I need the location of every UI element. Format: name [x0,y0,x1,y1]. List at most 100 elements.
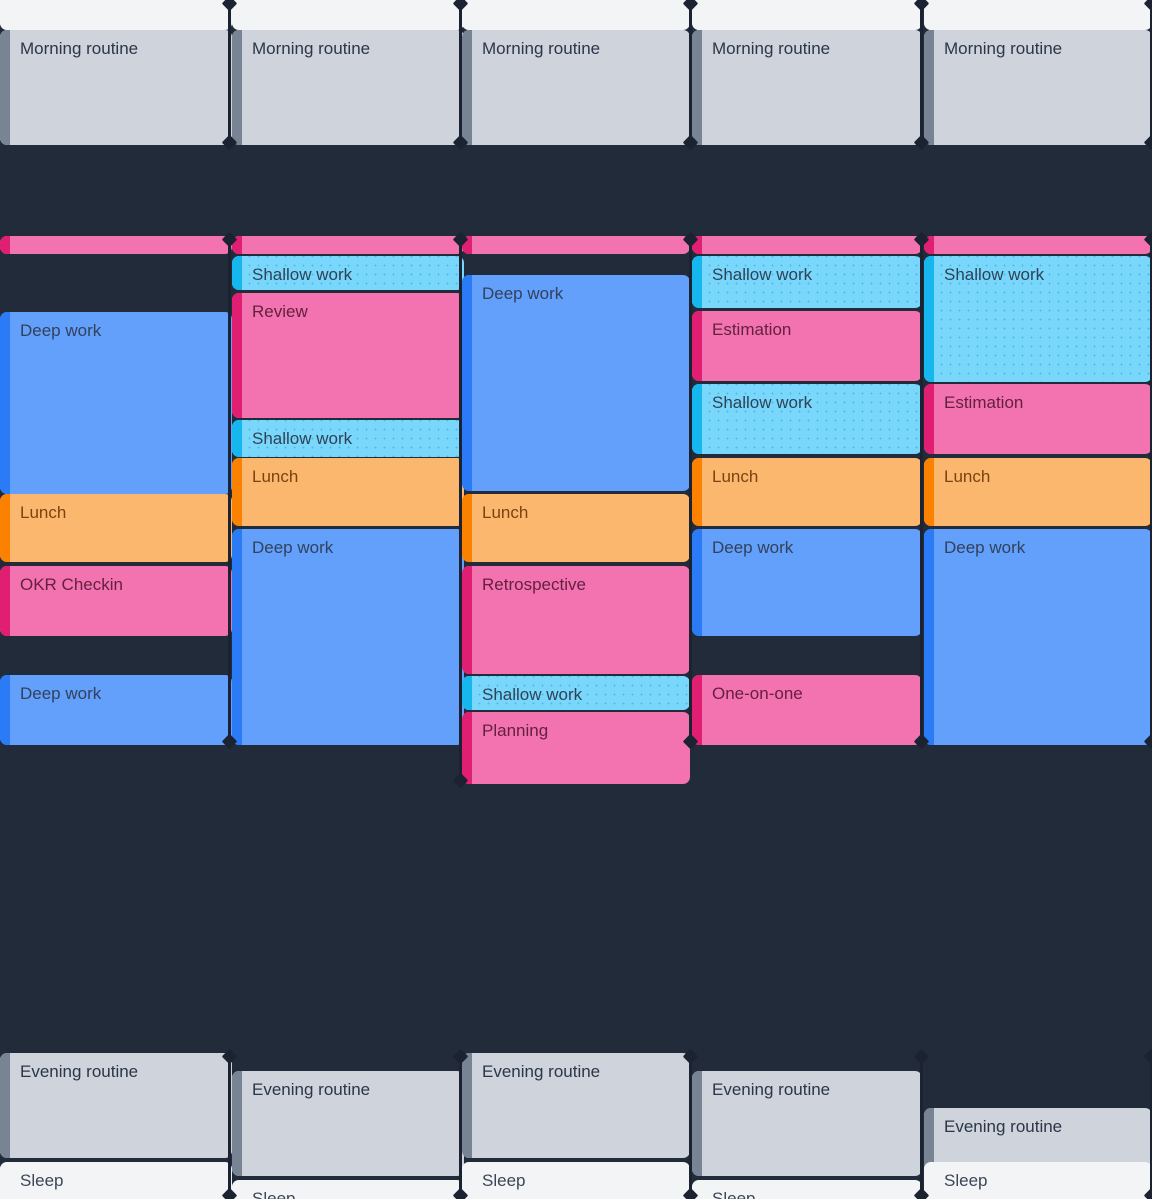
event-block[interactable]: Sleep [924,0,1152,30]
event-category-stripe [0,566,10,636]
event-category-stripe [692,30,702,145]
event-block[interactable]: Shallow work [924,256,1152,382]
event-label: OKR Checkin [20,575,123,594]
event-label: Lunch [20,503,67,522]
event-label: Sleep [252,1189,296,1199]
event-block[interactable]: Evening routine [232,1071,464,1176]
event-label: Shallow work [944,265,1045,284]
event-label: One-on-one [712,684,803,703]
event-block[interactable]: Estimation [924,384,1152,454]
event-block[interactable]: Sleep [232,0,464,30]
event-block[interactable]: Deep work [924,529,1152,745]
event-block[interactable]: Review [232,293,464,418]
event-block[interactable]: Morning routine [692,30,922,145]
event-block[interactable]: Deep work [0,312,232,494]
event-block[interactable]: Shallow work [462,676,690,710]
event-category-stripe [0,236,10,254]
event-block[interactable]: Planning [462,712,690,784]
event-block[interactable]: Shallow work [232,256,464,290]
event-block[interactable]: Sleep [692,0,922,30]
event-category-stripe [232,458,242,526]
event-category-stripe [462,566,472,674]
event-block[interactable]: Shallow work [692,256,922,308]
event-block[interactable]: Shallow work [232,420,464,457]
event-block[interactable]: One-on-one [692,675,922,745]
event-label: Morning routine [20,39,139,58]
event-block[interactable]: Sleep [924,1162,1152,1199]
event-block[interactable]: Evening routine [0,1053,232,1158]
column-resize-divider[interactable] [682,0,699,151]
event-category-stripe [0,1162,10,1199]
event-block[interactable]: Sleep [692,1180,922,1199]
event-category-stripe [0,675,10,745]
column-resize-divider[interactable] [221,0,238,151]
event-block[interactable]: Morning routine [232,30,464,145]
column-resize-divider[interactable] [452,1048,469,1199]
event-block[interactable]: Deep work [0,675,232,745]
event-block[interactable]: Morning routine [924,30,1152,145]
event-category-stripe [232,293,242,418]
event-block[interactable]: Evening routine [462,1053,690,1158]
event-label: Shallow work [712,265,813,284]
event-block[interactable]: Lunch [0,494,232,562]
event-block[interactable]: Deep work [462,275,690,491]
column-resize-divider[interactable] [221,1048,238,1199]
event-category-stripe [232,1071,242,1176]
event-block[interactable]: Lunch [692,458,922,526]
event-block[interactable]: Lunch [924,458,1152,526]
event-label: Deep work [20,684,102,703]
event-label: Shallow work [482,685,583,704]
column-resize-divider[interactable] [452,231,469,789]
event-label: Morning routine [482,39,601,58]
event-block[interactable]: Morning routine [462,30,690,145]
column-resize-divider[interactable] [913,231,930,750]
event-block[interactable]: Lunch [462,494,690,562]
column-resize-divider[interactable] [682,231,699,750]
event-category-stripe [462,676,472,710]
week-calendar-grid: Sleep Morning routine Deep work Lunch OKR Ch… [0,0,1152,1199]
event-block[interactable]: Sleep [0,1162,232,1199]
column-resize-divider[interactable] [913,0,930,151]
event-label: Lunch [252,467,299,486]
event-block[interactable] [692,236,922,254]
column-resize-divider[interactable] [452,0,469,151]
event-category-stripe [924,458,934,526]
event-block[interactable]: Retrospective [462,566,690,674]
event-block[interactable]: Sleep [232,1180,464,1199]
event-label: Estimation [944,393,1024,412]
event-category-stripe [462,30,472,145]
event-label: Sleep [944,1171,988,1190]
event-category-stripe [462,494,472,562]
event-block[interactable]: Lunch [232,458,464,526]
event-label: Evening routine [712,1080,831,1099]
column-resize-divider[interactable] [682,1048,699,1199]
event-block[interactable]: Deep work [232,529,464,745]
event-category-stripe [924,30,934,145]
event-category-stripe [232,30,242,145]
event-label: Morning routine [944,39,1063,58]
event-block[interactable] [924,236,1152,254]
event-block[interactable]: Morning routine [0,30,232,145]
event-category-stripe [0,30,10,145]
event-block[interactable] [232,236,464,254]
column-resize-divider[interactable] [913,1048,930,1199]
event-label: Estimation [712,320,792,339]
event-category-stripe [462,1053,472,1158]
event-label: Evening routine [20,1062,139,1081]
event-block[interactable]: Evening routine [692,1071,922,1176]
event-label: Deep work [944,538,1026,557]
event-block[interactable]: Sleep [462,1162,690,1199]
event-block[interactable]: Sleep [462,0,690,30]
event-block[interactable]: OKR Checkin [0,566,232,636]
event-category-stripe [924,529,934,745]
event-block[interactable] [0,236,232,254]
event-block[interactable]: Deep work [692,529,922,636]
event-category-stripe [692,675,702,745]
event-block[interactable]: Estimation [692,311,922,381]
column-resize-divider[interactable] [221,231,238,750]
event-category-stripe [0,1053,10,1158]
event-block[interactable]: Shallow work [692,384,922,454]
event-block[interactable] [462,236,690,254]
event-block[interactable]: Sleep [0,0,232,30]
event-label: Retrospective [482,575,586,594]
